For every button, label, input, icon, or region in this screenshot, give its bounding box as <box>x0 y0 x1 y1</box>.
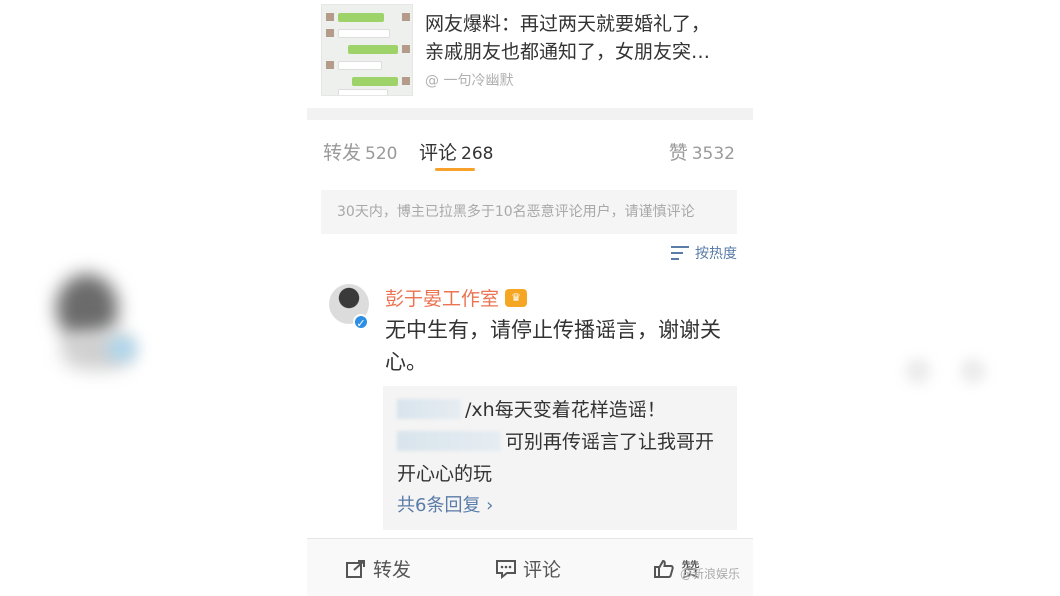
post-thumbnail[interactable] <box>321 4 413 96</box>
chat-bubble <box>352 77 398 86</box>
chat-avatar <box>326 29 334 37</box>
headline-line-1: 网友爆料：再过两天就要婚礼了， <box>425 13 711 35</box>
post-author[interactable]: @ 一句冷幽默 <box>425 70 513 90</box>
commenter-name-text: 彭于晏工作室 <box>385 288 500 310</box>
comment-text: 无中生有，请停止传播谣言，谢谢关心。 <box>385 318 721 374</box>
chat-bubble <box>338 61 382 70</box>
blurred-dot <box>905 358 931 384</box>
reply-item: /xh每天变着花样造谣！ <box>397 394 723 426</box>
blurred-dot <box>960 358 986 384</box>
tab-repost-count: 520 <box>365 144 398 164</box>
shared-post-card[interactable]: 网友爆料：再过两天就要婚礼了， 亲戚朋友也都通知了，女朋友突… @ 一句冷幽默 <box>307 0 753 104</box>
sort-icon <box>671 244 691 262</box>
comment-notice: 30天内，博主已拉黑多于10名恶意评论用户，请谨慎评论 <box>321 190 737 234</box>
crown-icon: ♛ <box>505 288 528 307</box>
tab-like[interactable]: 赞 3532 <box>669 138 735 165</box>
weibo-screen: 网友爆料：再过两天就要婚礼了， 亲戚朋友也都通知了，女朋友突… @ 一句冷幽默 … <box>307 0 753 596</box>
thumbs-up-icon <box>654 559 674 578</box>
tab-comment[interactable]: 评论 268 <box>419 138 493 165</box>
chat-avatar <box>402 13 410 21</box>
sort-label: 按热度 <box>695 246 737 262</box>
reply-item: 可别再传谣言了让我哥开开心心的玩 <box>397 426 723 490</box>
commenter-name[interactable]: 彭于晏工作室 ♛ <box>385 284 528 311</box>
post-headline[interactable]: 网友爆料：再过两天就要婚礼了， 亲戚朋友也都通知了，女朋友突… <box>425 10 745 66</box>
comment-label: 评论 <box>523 559 562 581</box>
comment-icon <box>496 559 516 579</box>
redacted-username <box>397 399 461 419</box>
redacted-username <box>397 431 501 451</box>
chat-avatar <box>326 13 334 21</box>
blurred-avatar <box>48 268 136 378</box>
repost-icon <box>346 559 365 578</box>
blurred-badge <box>108 338 136 360</box>
more-replies-link[interactable]: 共6条回复 › <box>397 490 723 522</box>
reply-text: /xh每天变着花样造谣！ <box>465 399 666 421</box>
section-divider <box>307 108 753 120</box>
chat-avatar <box>326 61 334 69</box>
tab-repost-label: 转发 <box>323 142 362 164</box>
active-tab-indicator <box>435 168 475 171</box>
sort-toggle[interactable]: 按热度 <box>671 243 737 263</box>
comment-button[interactable]: 评论 <box>495 555 561 582</box>
chat-bubble <box>338 89 388 95</box>
screenshot-page: 网友爆料：再过两天就要婚礼了， 亲戚朋友也都通知了，女朋友突… @ 一句冷幽默 … <box>0 0 1060 596</box>
tab-comment-count: 268 <box>461 144 494 164</box>
chat-avatar <box>402 77 410 85</box>
tab-repost[interactable]: 转发 520 <box>323 138 397 165</box>
tab-comment-label: 评论 <box>419 142 458 164</box>
chat-bubble <box>348 45 398 54</box>
chat-bubble <box>338 13 384 22</box>
chat-bubble <box>338 29 390 38</box>
verified-icon: ✓ <box>353 314 369 330</box>
watermark: @新浪娱乐 <box>680 567 741 581</box>
repost-label: 转发 <box>373 559 412 581</box>
tab-like-count: 3532 <box>691 144 735 164</box>
repost-button[interactable]: 转发 <box>345 555 411 582</box>
chat-avatar <box>402 45 410 53</box>
post-tabs: 转发 520 评论 268 赞 3532 <box>307 120 753 176</box>
tab-like-label: 赞 <box>668 142 688 164</box>
headline-line-2: 亲戚朋友也都通知了，女朋友突… <box>425 41 711 63</box>
replies-box[interactable]: /xh每天变着花样造谣！ 可别再传谣言了让我哥开开心心的玩 共6条回复 › <box>383 386 737 530</box>
